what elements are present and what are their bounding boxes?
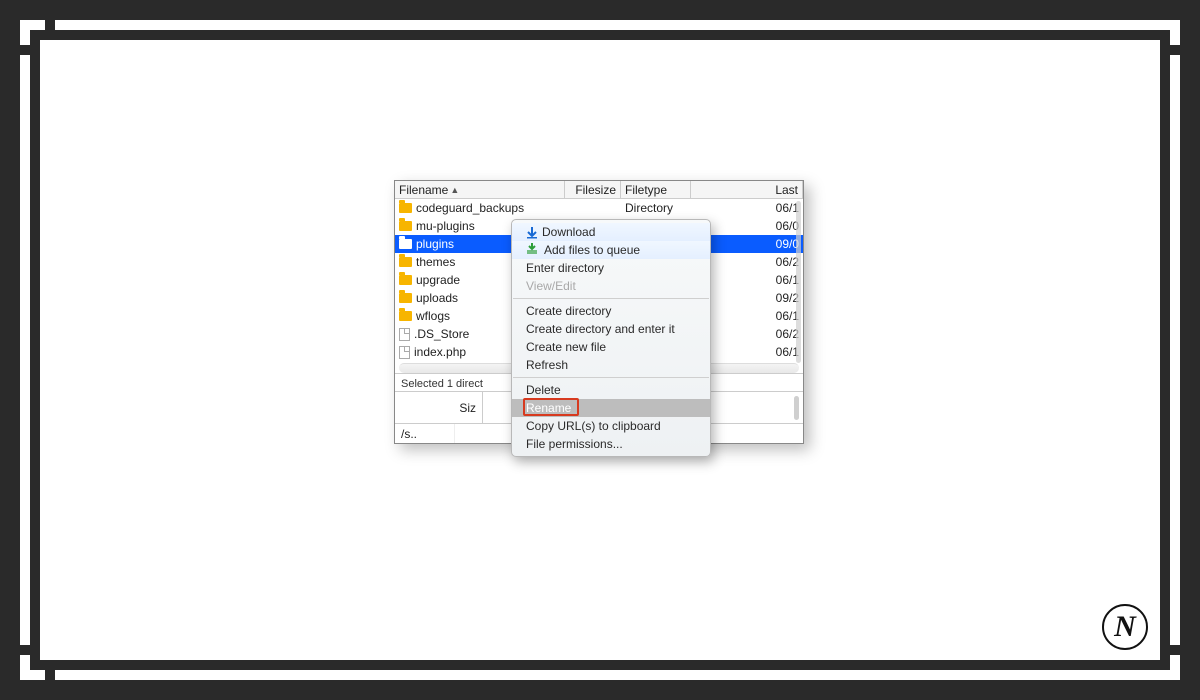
add-queue-icon [526,242,538,258]
brand-logo: N [1102,604,1148,650]
folder-icon [399,257,412,267]
column-header-last[interactable]: Last [691,181,803,198]
cell-filesize [565,199,621,217]
ctx-copy-url[interactable]: Copy URL(s) to clipboard [512,417,710,435]
ctx-separator [513,377,709,378]
ctx-file-permissions[interactable]: File permissions... [512,435,710,453]
ctx-create-directory-enter[interactable]: Create directory and enter it [512,320,710,338]
ctx-rename[interactable]: Rename [512,399,710,417]
ctx-separator [513,298,709,299]
filename-text: wflogs [416,307,450,325]
download-arrow-icon [526,227,536,237]
filename-text: uploads [416,289,458,307]
filename-text: plugins [416,235,454,253]
filename-text: themes [416,253,455,271]
logo-letter: N [1114,610,1136,644]
file-icon [399,328,410,341]
folder-icon [399,293,412,303]
filename-text: codeguard_backups [416,199,524,217]
filename-text: index.php [414,343,466,361]
ctx-delete[interactable]: Delete [512,381,710,399]
folder-icon [399,311,412,321]
context-menu: Download Add files to queue Enter direct… [511,219,711,457]
cell-filetype: Directory [621,199,691,217]
table-row[interactable]: codeguard_backups Directory06/1 [395,199,803,217]
filename-text: upgrade [416,271,460,289]
lower-row-name: /s.. [395,424,455,443]
ctx-add-to-queue[interactable]: Add files to queue [512,241,710,259]
ctx-refresh[interactable]: Refresh [512,356,710,374]
filename-text: .DS_Store [414,325,469,343]
vertical-scrollbar-small[interactable] [794,396,799,420]
lower-size-label: Siz [395,392,483,423]
filename-text: mu-plugins [416,217,475,235]
ctx-download[interactable]: Download [512,223,710,241]
cell-last: 06/1 [691,199,803,217]
col-label: Filename [399,181,448,198]
file-listing-panel: Filename ▲ Filesize Filetype Last codegu… [394,180,804,444]
ctx-create-file[interactable]: Create new file [512,338,710,356]
folder-icon [399,239,412,249]
column-header-filesize[interactable]: Filesize [565,181,621,198]
page-canvas: Filename ▲ Filesize Filetype Last codegu… [40,40,1160,660]
ctx-enter-directory[interactable]: Enter directory [512,259,710,277]
column-header-filename[interactable]: Filename ▲ [395,181,565,198]
vertical-scrollbar[interactable] [796,201,801,363]
sort-asc-icon: ▲ [450,181,459,198]
ctx-create-directory[interactable]: Create directory [512,302,710,320]
folder-icon [399,221,412,231]
cell-filename: codeguard_backups [395,199,565,217]
column-header-filetype[interactable]: Filetype [621,181,691,198]
ctx-view-edit: View/Edit [512,277,710,295]
file-icon [399,346,410,359]
column-headers: Filename ▲ Filesize Filetype Last [395,181,803,199]
folder-icon [399,275,412,285]
folder-icon [399,203,412,213]
